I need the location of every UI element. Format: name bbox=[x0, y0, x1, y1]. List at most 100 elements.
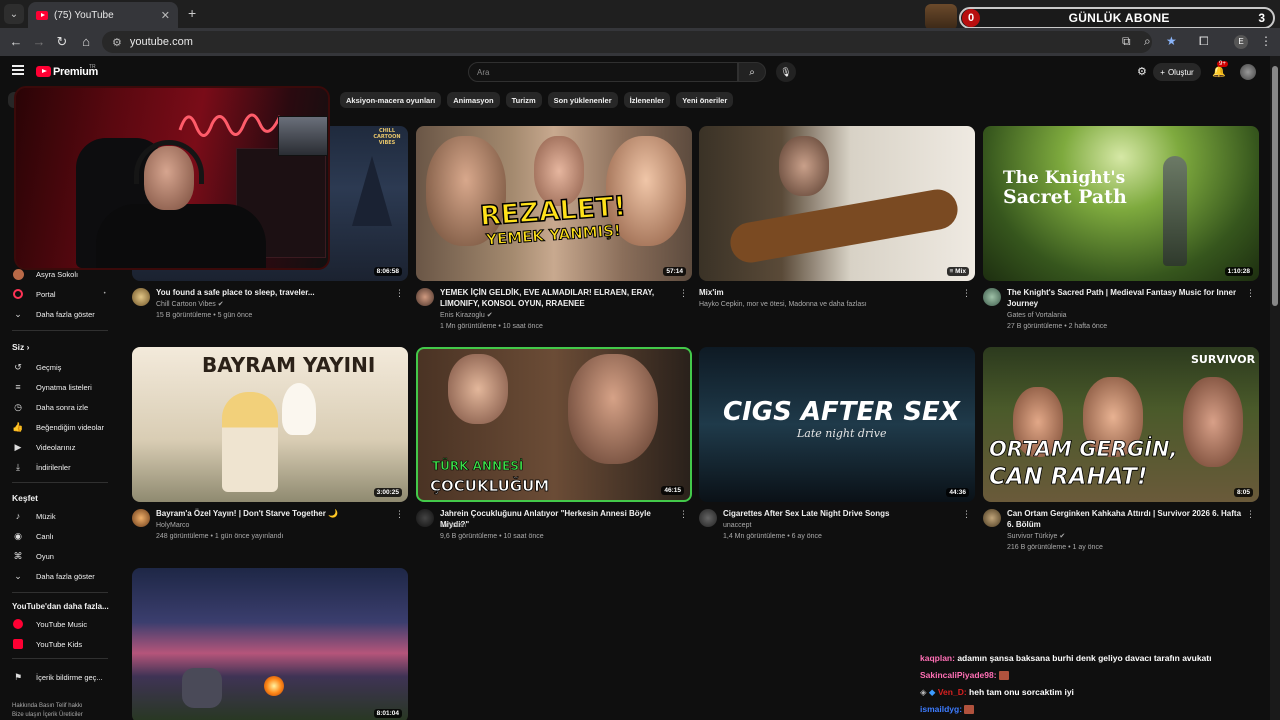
back-arrow-icon[interactable]: ← bbox=[8, 34, 24, 50]
video-title[interactable]: Bayram'a Özel Yayın! | Don't Starve Toge… bbox=[156, 509, 392, 520]
gamepad-icon: ⌘ bbox=[13, 550, 23, 561]
chip-watched[interactable]: İzlenenler bbox=[623, 92, 671, 108]
search-icon[interactable]: ⌕ bbox=[738, 62, 766, 82]
video-title[interactable]: The Knight's Sacred Path | Medieval Fant… bbox=[1007, 288, 1243, 309]
youtube-logo-icon[interactable] bbox=[36, 66, 51, 77]
footer-line-2[interactable]: Bize ulaşın İçerik Üreticiler bbox=[12, 711, 83, 720]
sidebar-item-youtube-kids[interactable]: YouTube Kids bbox=[12, 636, 82, 652]
gear-icon[interactable]: ⚙ bbox=[1137, 65, 1147, 78]
channel-name[interactable]: Chill Cartoon Vibes ✔ bbox=[156, 299, 224, 310]
section-heading-you[interactable]: Siz › bbox=[12, 342, 29, 352]
channel-avatar[interactable] bbox=[416, 288, 434, 306]
bookmark-star-icon[interactable]: ★ bbox=[1166, 34, 1177, 48]
scrollbar-thumb[interactable] bbox=[1272, 66, 1278, 306]
sidebar-item-label: İçerik bildirme geç... bbox=[36, 672, 103, 682]
search-input[interactable]: Ara bbox=[468, 62, 738, 82]
reload-icon[interactable]: ↻ bbox=[54, 34, 70, 50]
video-thumbnail[interactable]: BAYRAM YAYINI 3:00:25 bbox=[132, 347, 408, 502]
channel-avatar[interactable] bbox=[699, 509, 717, 527]
footer-links[interactable]: Hakkında Basın Telif hakkı Bize ulaşın İ… bbox=[12, 702, 83, 720]
video-thumbnail[interactable]: The Knight's Sacret Path 1:10:28 bbox=[983, 126, 1259, 281]
video-title[interactable]: Cigarettes After Sex Late Night Drive So… bbox=[723, 509, 959, 520]
channel-name[interactable]: Jahistan bbox=[440, 520, 466, 531]
video-thumbnail[interactable]: 8:01:04 bbox=[132, 568, 408, 720]
sidebar-item-youtube-music[interactable]: YouTube Music bbox=[12, 616, 87, 632]
chip-action-adventure[interactable]: Aksiyon-macera oyunları bbox=[340, 92, 442, 108]
sidebar-item-portal[interactable]: Portal • bbox=[12, 286, 106, 302]
channel-avatar[interactable] bbox=[416, 509, 434, 527]
page-scrollbar[interactable] bbox=[1270, 56, 1280, 720]
chip-animation[interactable]: Animasyon bbox=[447, 92, 500, 108]
forward-arrow-icon[interactable]: → bbox=[31, 34, 47, 50]
address-bar[interactable]: ⚙ youtube.com bbox=[102, 31, 1152, 53]
subscriber-goal-bar: 0 GÜNLÜK ABONE 3 bbox=[959, 7, 1275, 29]
browser-menu-icon[interactable]: ⋮ bbox=[1260, 34, 1272, 48]
video-title[interactable]: YEMEK İÇİN GELDİK, EVE ALMADILAR! ELRAEN… bbox=[440, 288, 676, 309]
sidebar-item-label: Videolarınız bbox=[36, 442, 76, 452]
more-options-icon[interactable]: ⋮ bbox=[395, 288, 404, 299]
more-options-icon[interactable]: ⋮ bbox=[395, 509, 404, 520]
chip-recently-uploaded[interactable]: Son yüklenenler bbox=[547, 92, 618, 108]
video-thumbnail[interactable]: ≡ Mix bbox=[699, 126, 975, 281]
channel-avatar[interactable] bbox=[132, 509, 150, 527]
profile-avatar-icon[interactable]: E bbox=[1234, 35, 1248, 49]
site-info-icon[interactable]: ⚙ bbox=[112, 36, 122, 49]
extensions-icon[interactable]: ⧠ bbox=[1199, 34, 1209, 49]
sidebar-item-downloads[interactable]: ⤓ İndirilenler bbox=[12, 459, 71, 475]
sidebar: Asyra Sokolı Portal • ⌄ Daha fazla göste… bbox=[0, 264, 112, 720]
channel-name[interactable]: Enis Kirazoglu ✔ bbox=[440, 310, 493, 321]
video-thumbnail[interactable]: CIGS AFTER SEX Late night drive 44:36 bbox=[699, 347, 975, 502]
channel-name[interactable]: Hayko Cepkin, mor ve ötesi, Madonna ve d… bbox=[699, 299, 867, 310]
sidebar-item-show-more-explore[interactable]: ⌄ Daha fazla göster bbox=[12, 568, 95, 584]
more-options-icon[interactable]: ⋮ bbox=[679, 288, 688, 299]
sidebar-item-history[interactable]: ↺ Geçmiş bbox=[12, 359, 61, 375]
zoom-icon[interactable]: ⌕ bbox=[1144, 34, 1151, 49]
video-title[interactable]: Mix'im bbox=[699, 288, 935, 299]
more-options-icon[interactable]: ⋮ bbox=[1246, 509, 1255, 520]
channel-avatar[interactable] bbox=[983, 509, 1001, 527]
tab-search-chevron-icon[interactable]: ⌄ bbox=[4, 4, 24, 24]
browser-tab-youtube[interactable]: (75) YouTube ✕ bbox=[28, 2, 178, 28]
more-options-icon[interactable]: ⋮ bbox=[1246, 288, 1255, 299]
more-options-icon[interactable]: ⋮ bbox=[962, 288, 971, 299]
video-title[interactable]: You found a safe place to sleep, travele… bbox=[156, 288, 392, 299]
video-thumbnail[interactable]: SURVIVOR ORTAM GERGİN, CAN RAHAT! 8:05 bbox=[983, 347, 1259, 502]
install-app-icon[interactable]: ⧉ bbox=[1122, 34, 1131, 49]
channel-name[interactable]: Survivor Türkiye ✔ bbox=[1007, 531, 1065, 542]
create-button[interactable]: + Oluştur bbox=[1153, 63, 1201, 81]
sidebar-item-liked-videos[interactable]: 👍 Beğendiğim videolar bbox=[12, 419, 104, 435]
chip-new-to-you[interactable]: Yeni öneriler bbox=[676, 92, 734, 108]
video-title[interactable]: Can Ortam Gerginken Kahkaha Attırdı | Su… bbox=[1007, 509, 1243, 530]
hamburger-menu-icon[interactable] bbox=[12, 65, 24, 75]
channel-avatar[interactable] bbox=[983, 288, 1001, 306]
video-thumbnail[interactable]: TÜRK ANNESİ ÇOCUKLUĞUM 46:15 bbox=[416, 347, 692, 502]
sidebar-item-live[interactable]: ◉ Canlı bbox=[12, 528, 53, 544]
tab-close-icon[interactable]: ✕ bbox=[161, 9, 170, 22]
video-thumbnail[interactable]: REZALET! YEMEK YANMIŞ! 57:14 bbox=[416, 126, 692, 281]
microphone-icon[interactable]: 🎙 bbox=[776, 62, 796, 82]
channel-name[interactable]: HolyMarco bbox=[156, 520, 189, 531]
new-tab-plus-icon[interactable]: + bbox=[188, 5, 196, 21]
sidebar-item-show-more[interactable]: ⌄ Daha fazla göster bbox=[12, 306, 95, 322]
poster bbox=[278, 116, 328, 156]
video-stats: 27 B görüntüleme • 2 hafta önce bbox=[1007, 323, 1108, 330]
more-options-icon[interactable]: ⋮ bbox=[679, 509, 688, 520]
channel-name[interactable]: Gates of Vortalania bbox=[1007, 310, 1067, 321]
video-duration: ≡ Mix bbox=[946, 267, 969, 276]
more-options-icon[interactable]: ⋮ bbox=[962, 509, 971, 520]
sidebar-item-your-videos[interactable]: ▶ Videolarınız bbox=[12, 439, 76, 455]
home-icon[interactable]: ⌂ bbox=[78, 34, 94, 50]
sidebar-item-playlists[interactable]: ≡ Oynatma listeleri bbox=[12, 379, 92, 395]
footer-line-1[interactable]: Hakkında Basın Telif hakkı bbox=[12, 702, 83, 711]
sidebar-item-music[interactable]: ♪ Müzik bbox=[12, 508, 56, 524]
sidebar-item-gaming[interactable]: ⌘ Oyun bbox=[12, 548, 54, 564]
sidebar-item-watch-later[interactable]: ◷ Daha sonra izle bbox=[12, 399, 88, 415]
channel-name[interactable]: unaccept bbox=[723, 520, 751, 531]
account-avatar[interactable] bbox=[1240, 64, 1256, 80]
sidebar-item-report-history[interactable]: ⚑ İçerik bildirme geç... bbox=[12, 669, 103, 685]
video-title[interactable]: Jahrein Çocukluğunu Anlatıyor "Herkesin … bbox=[440, 509, 676, 530]
chip-tourism[interactable]: Turizm bbox=[505, 92, 542, 108]
channel-avatar[interactable] bbox=[132, 288, 150, 306]
youtube-header: Premium TR Ara ⌕ 🎙 ⚙ + Oluştur 🔔 9+ bbox=[0, 56, 1270, 88]
guitar-illustration bbox=[727, 186, 961, 266]
